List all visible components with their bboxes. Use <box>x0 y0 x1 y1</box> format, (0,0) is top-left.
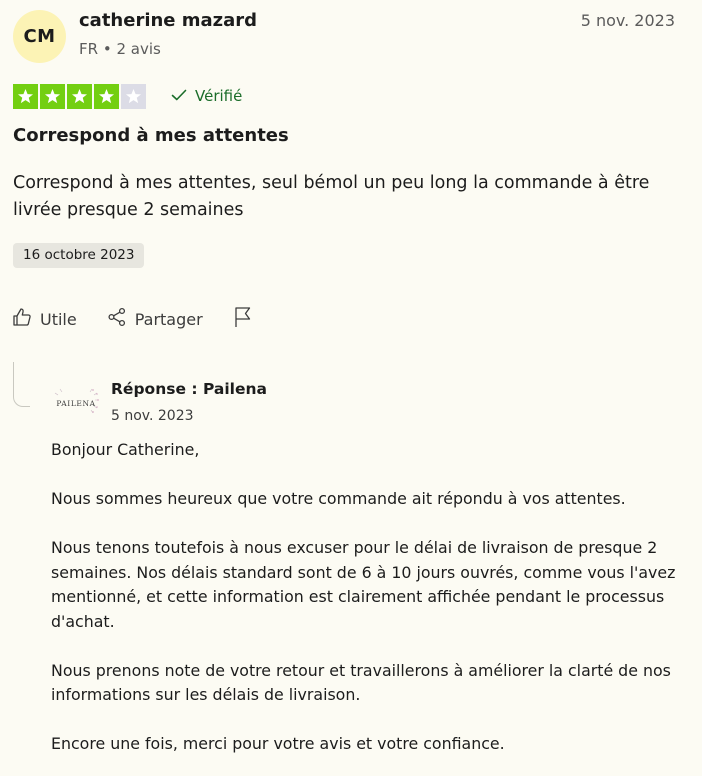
star-icon <box>67 84 92 109</box>
reply-date: 5 nov. 2023 <box>111 408 194 424</box>
report-button[interactable] <box>233 306 253 332</box>
reply-body: Bonjour Catherine, Nous sommes heureux q… <box>51 438 691 776</box>
flag-icon <box>233 306 253 332</box>
experience-date-badge: 16 octobre 2023 <box>13 243 145 268</box>
reply-paragraph: Nous prenons note de votre retour et tra… <box>51 660 671 705</box>
review-date: 5 nov. 2023 <box>580 11 675 30</box>
reply-title: Réponse : Pailena <box>111 380 267 398</box>
share-icon <box>107 307 127 331</box>
reply-paragraph: Encore une fois, merci pour votre avis e… <box>51 734 505 753</box>
reply-paragraph: Nous tenons toutefois à nous excuser pou… <box>51 538 676 631</box>
useful-label: Utile <box>40 309 77 329</box>
author-meta: FR • 2 avis <box>79 40 161 58</box>
reply-paragraph: Nous sommes heureux que votre commande a… <box>51 489 626 508</box>
meta-separator: • <box>102 40 112 58</box>
thumbs-up-icon <box>12 307 32 331</box>
logo-text: PAILENA <box>56 399 95 408</box>
avatar-initials: CM <box>23 26 56 47</box>
reply-connector-line <box>13 362 30 407</box>
author-country: FR <box>79 40 99 58</box>
verified-badge[interactable]: Vérifié <box>171 87 242 105</box>
useful-button[interactable]: Utile <box>12 307 77 331</box>
author-reviews-count: 2 avis <box>116 40 161 58</box>
star-rating <box>13 84 146 109</box>
check-icon <box>171 87 187 105</box>
verified-label: Vérifié <box>195 87 243 105</box>
review-card: CM catherine mazard FR • 2 avis 5 nov. 2… <box>0 0 702 776</box>
review-title: Correspond à mes attentes <box>13 125 289 146</box>
star-icon <box>13 84 38 109</box>
share-button[interactable]: Partager <box>107 307 203 331</box>
share-label: Partager <box>134 309 203 329</box>
star-icon <box>121 84 146 109</box>
review-body: Correspond à mes attentes, seul bémol un… <box>13 173 650 220</box>
author-name[interactable]: catherine mazard <box>79 10 257 31</box>
company-logo: PAILENA <box>50 382 102 426</box>
reply-paragraph: Bonjour Catherine, <box>51 440 200 459</box>
star-icon <box>40 84 65 109</box>
star-icon <box>94 84 119 109</box>
avatar[interactable]: CM <box>13 10 66 63</box>
review-actions: Utile Partager <box>12 306 283 332</box>
